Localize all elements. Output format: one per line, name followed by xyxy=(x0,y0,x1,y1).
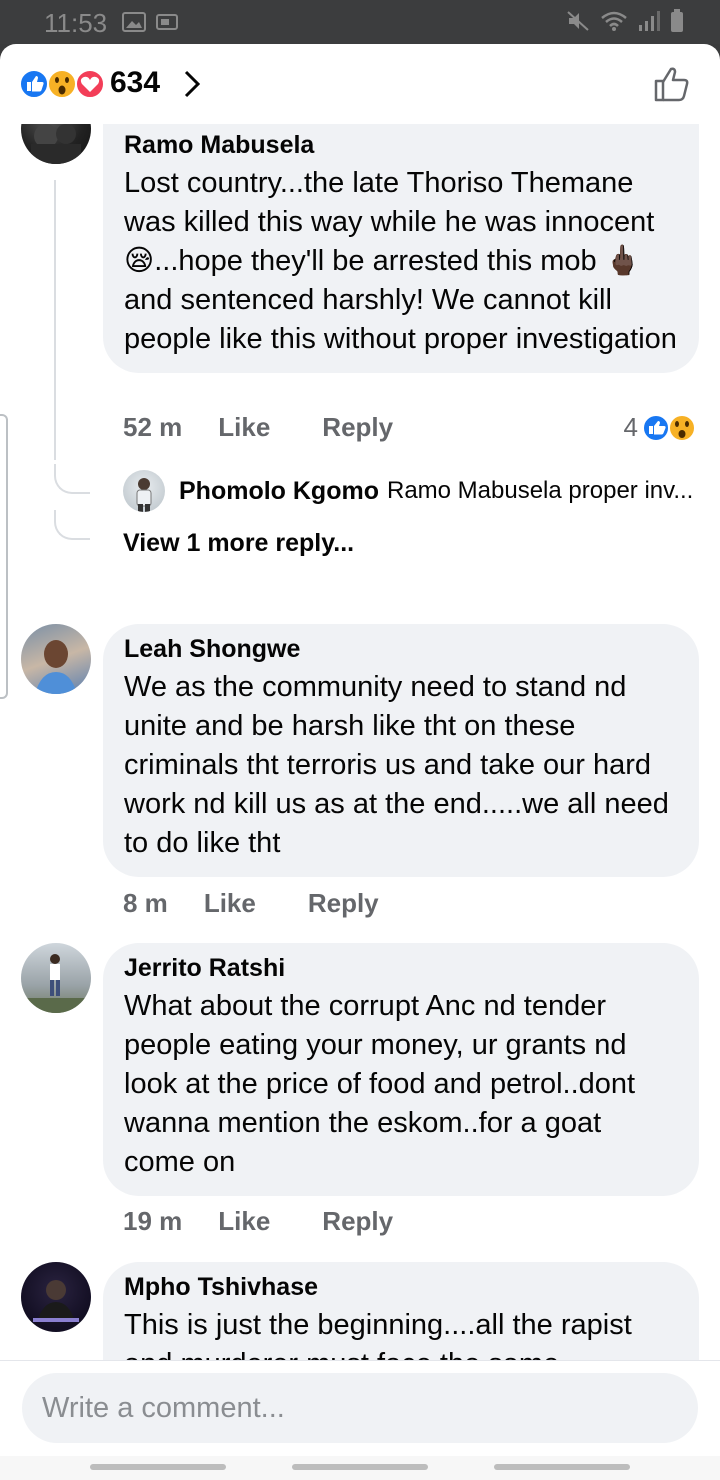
comment-bubble[interactable]: Jerrito Ratshi What about the corrupt An… xyxy=(103,943,699,1196)
comment-list[interactable]: Ramo Mabusela Lost country...the late Th… xyxy=(0,124,720,1360)
thread-hook xyxy=(54,510,90,540)
comment-author[interactable]: Leah Shongwe xyxy=(124,634,679,664)
image-notification-icon xyxy=(122,12,146,32)
reaction-count[interactable]: 634 xyxy=(110,66,160,100)
comment-bubble[interactable]: Ramo Mabusela Lost country...the late Th… xyxy=(103,124,699,373)
comment-text: This is just the beginning....all the ra… xyxy=(124,1309,632,1360)
card-notification-icon xyxy=(156,14,178,30)
comment-bubble[interactable]: Leah Shongwe We as the community need to… xyxy=(103,624,699,877)
reply-button[interactable]: Reply xyxy=(308,888,379,919)
comment-author[interactable]: Ramo Mabusela xyxy=(124,130,679,160)
nav-home-button[interactable] xyxy=(292,1464,428,1470)
like-button[interactable]: Like xyxy=(204,888,256,919)
comment-author[interactable]: Mpho Tshivhase xyxy=(124,1272,679,1302)
comment-actions: 8 m Like Reply xyxy=(123,888,431,919)
reply-text: Ramo Mabusela proper inv... xyxy=(386,477,694,504)
battery-icon xyxy=(671,9,683,32)
comment-time: 8 m xyxy=(123,888,168,918)
like-button[interactable]: Like xyxy=(218,1206,270,1237)
avatar[interactable] xyxy=(123,470,165,512)
comment-reaction-count: 4 xyxy=(623,412,638,442)
comments-sheet: 634 Ramo Mabusela Lost country...the lat… xyxy=(0,44,720,1480)
comment-text: Lost country...the late Thoriso Themane … xyxy=(124,167,677,355)
signal-icon xyxy=(639,11,660,31)
thread-line xyxy=(54,180,56,460)
comment-text: What about the corrupt Anc nd tender peo… xyxy=(124,990,636,1178)
status-time: 11:53 xyxy=(44,8,108,38)
comment-reactions[interactable]: 4 xyxy=(624,412,698,443)
avatar[interactable] xyxy=(21,124,91,164)
avatar[interactable] xyxy=(21,943,91,1013)
chevron-right-icon[interactable] xyxy=(178,66,204,102)
like-icon xyxy=(19,69,49,99)
avatar[interactable] xyxy=(21,624,91,694)
wow-icon xyxy=(47,69,77,99)
avatar[interactable] xyxy=(21,1262,91,1332)
love-icon xyxy=(75,69,105,99)
nav-recents-button[interactable] xyxy=(90,1464,226,1470)
comment-bubble[interactable]: Mpho Tshivhase This is just the beginnin… xyxy=(103,1262,699,1360)
comment-author[interactable]: Jerrito Ratshi xyxy=(124,953,679,983)
comment-actions: 52 m Like Reply xyxy=(123,412,445,443)
reply-button[interactable]: Reply xyxy=(322,1206,393,1237)
comment-composer xyxy=(0,1360,720,1456)
reply-author[interactable]: Phomolo Kgomo xyxy=(179,477,379,506)
system-nav-bar xyxy=(0,1456,720,1480)
scroll-edge xyxy=(0,414,8,699)
thumbs-up-outline-icon[interactable] xyxy=(652,64,692,104)
status-icons xyxy=(566,9,684,33)
thread-hook xyxy=(54,464,90,494)
comment-time: 52 m xyxy=(123,412,183,442)
comment-input[interactable] xyxy=(22,1373,698,1443)
view-more-replies-link[interactable]: View 1 more reply... xyxy=(123,529,354,558)
status-bar: 11:53 xyxy=(0,0,720,44)
reaction-summary[interactable] xyxy=(18,68,108,100)
reactions-header: 634 xyxy=(0,44,720,124)
like-wow-icon xyxy=(642,413,696,442)
mute-icon xyxy=(567,11,589,31)
comment-text: We as the community need to stand nd uni… xyxy=(124,671,669,859)
wifi-icon xyxy=(601,11,627,31)
reply-preview[interactable]: Phomolo Kgomo Ramo Mabusela proper inv..… xyxy=(123,470,703,512)
comment-time: 19 m xyxy=(123,1206,183,1236)
like-button[interactable]: Like xyxy=(218,412,270,443)
reply-button[interactable]: Reply xyxy=(322,412,393,443)
nav-back-button[interactable] xyxy=(494,1464,630,1470)
comment-actions: 19 m Like Reply xyxy=(123,1206,445,1237)
